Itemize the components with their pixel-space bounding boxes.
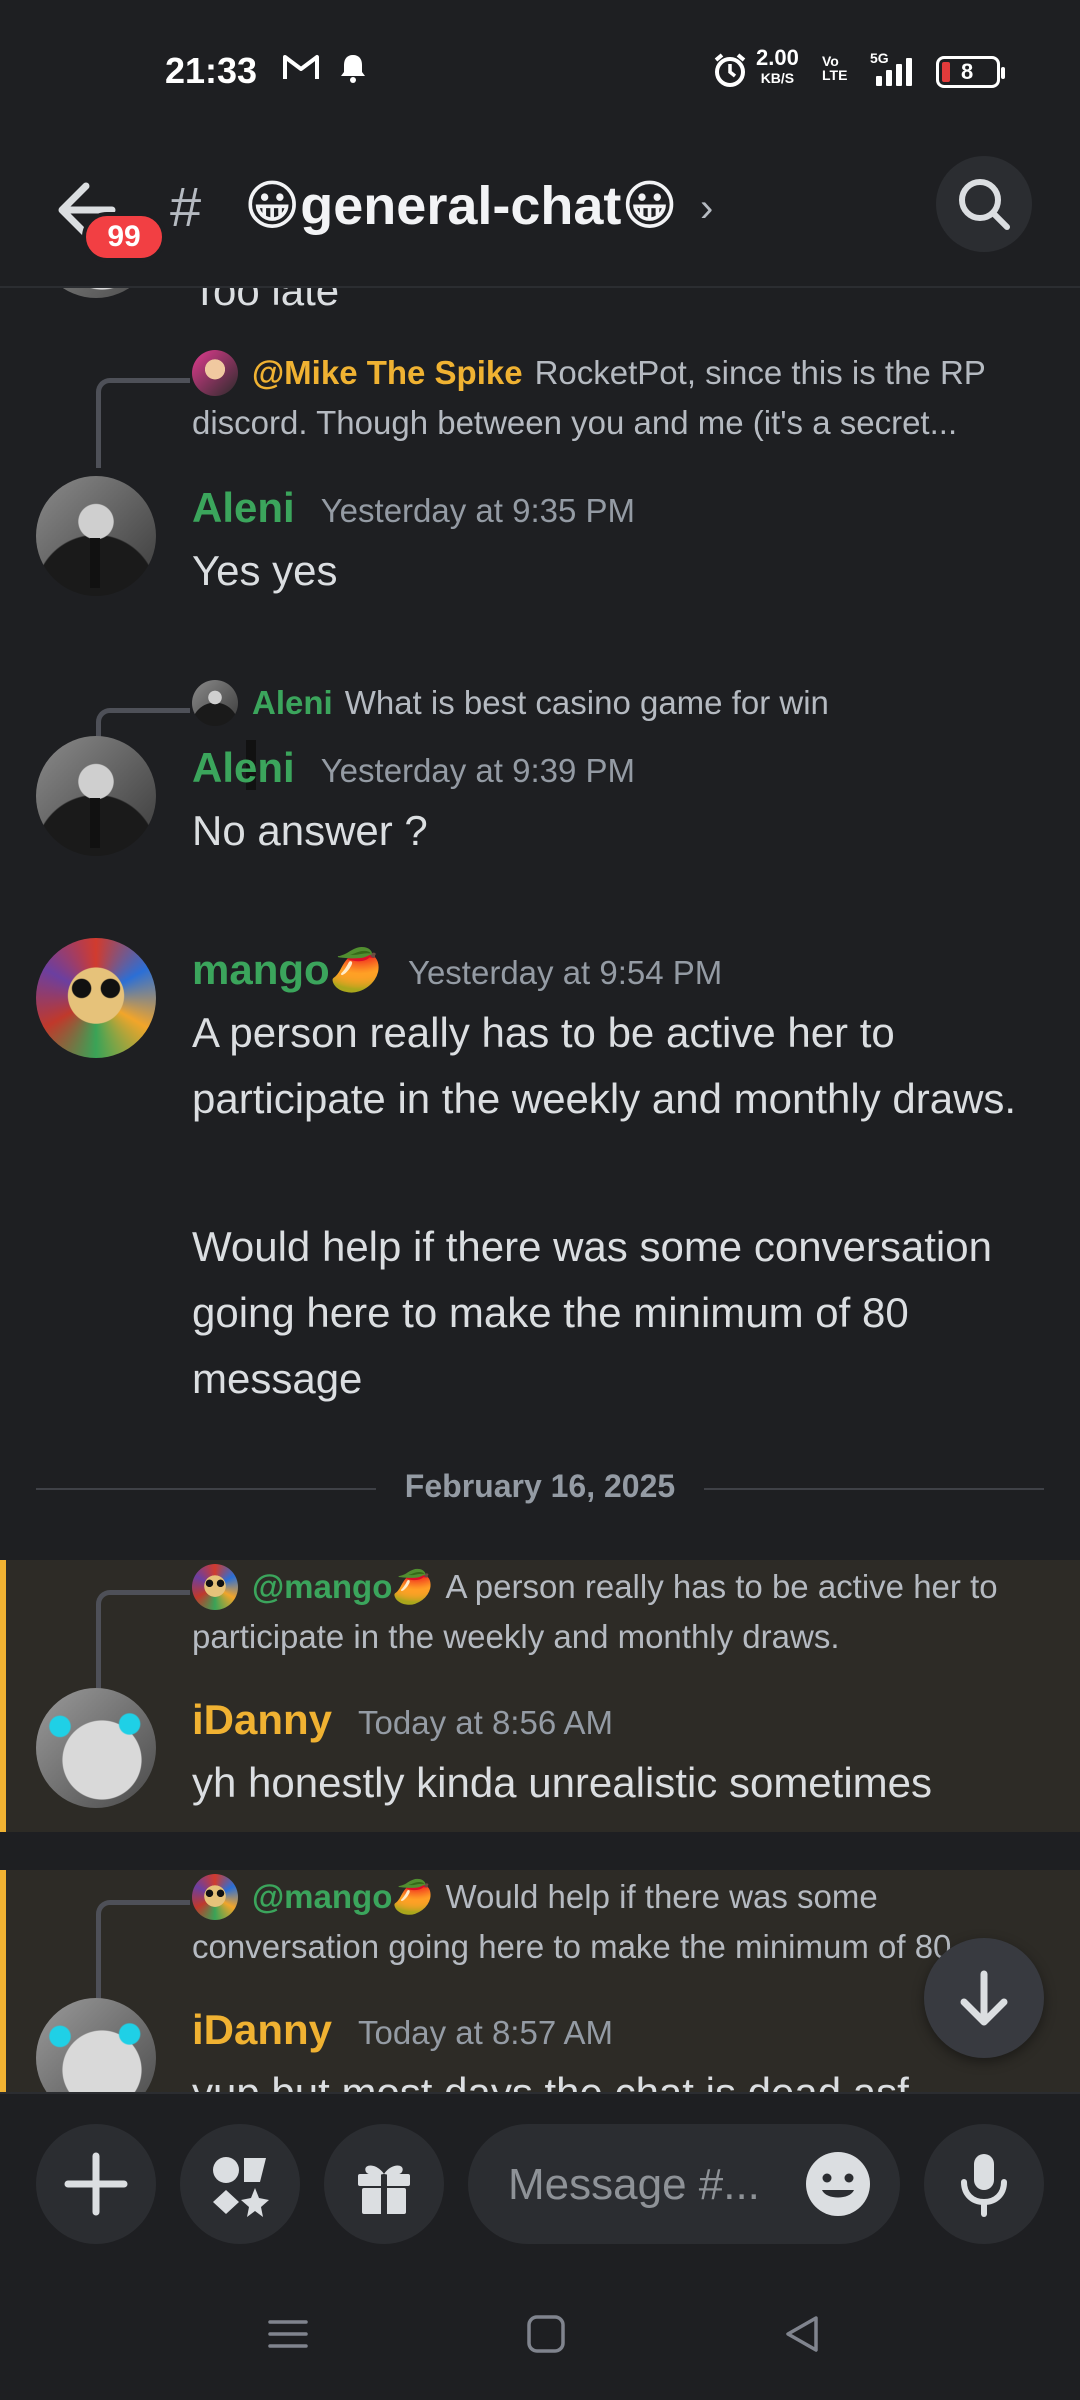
add-attachment-button[interactable] xyxy=(36,2124,156,2244)
reply-preview[interactable]: @mango🥭 Would help if there was some conv… xyxy=(192,1872,1050,1972)
message-text: Would help if there was some conversatio… xyxy=(192,1223,992,1402)
reply-connector xyxy=(96,378,190,468)
message-text: yup but most days the chat is dead asf xyxy=(192,2060,1050,2092)
message-input[interactable]: Message #... xyxy=(468,2124,900,2244)
message-author[interactable]: iDanny Today at 8:56 AM xyxy=(192,1696,613,1744)
reply-author[interactable]: Aleni xyxy=(252,684,333,721)
avatar[interactable] xyxy=(36,288,156,298)
reply-avatar xyxy=(192,1874,238,1920)
avatar[interactable] xyxy=(36,736,156,856)
arrow-down-icon xyxy=(960,1970,1008,2026)
notification-bell-icon xyxy=(338,52,368,92)
channel-header: 99 # 😀general-chat😀 › xyxy=(0,140,1080,288)
home-button[interactable] xyxy=(524,2312,568,2361)
avatar[interactable] xyxy=(36,476,156,596)
gift-icon xyxy=(358,2165,410,2214)
voice-message-button[interactable] xyxy=(924,2124,1044,2244)
reply-avatar xyxy=(192,680,238,726)
reply-preview[interactable]: @Mike The Spike RocketPot, since this is … xyxy=(192,348,1050,448)
message-timestamp: Yesterday at 9:39 PM xyxy=(320,752,635,789)
message-author[interactable]: iDanny Today at 8:57 AM xyxy=(192,2006,613,2054)
reply-avatar xyxy=(192,350,238,396)
gmail-icon xyxy=(282,52,320,90)
message: mango🥭 Yesterday at 9:54 PM A person real… xyxy=(0,938,1080,1418)
channel-hash-icon: # xyxy=(170,175,202,238)
apps-button[interactable] xyxy=(180,2124,300,2244)
unread-badge: 99 xyxy=(82,212,166,262)
message-timestamp: Today at 8:56 AM xyxy=(358,1704,614,1741)
message-mention-highlight: @mango🥭 Would help if there was some conv… xyxy=(0,1870,1080,2092)
battery-level: 8 xyxy=(961,59,974,84)
message-text: A person really has to be active her to … xyxy=(192,1009,1017,1122)
jump-to-present-button[interactable] xyxy=(924,1938,1044,2058)
message-text: yh honestly kinda unrealistic sometimes xyxy=(192,1759,933,1806)
message-timestamp: Today at 8:57 AM xyxy=(358,2014,614,2051)
message-timestamp: Yesterday at 9:35 PM xyxy=(320,492,635,529)
message-mention-highlight: @mango🥭 A person really has to be active … xyxy=(0,1560,1080,1832)
message-timestamp: Yesterday at 9:54 PM xyxy=(407,954,723,991)
reply-author[interactable]: @mango🥭 xyxy=(252,1878,433,1915)
recents-button[interactable] xyxy=(266,2312,310,2361)
avatar[interactable] xyxy=(36,1688,156,1808)
avatar[interactable] xyxy=(36,938,156,1058)
message: @Mike The Spike RocketPot, since this is … xyxy=(0,348,1080,618)
message-text: No answer ? xyxy=(192,807,428,854)
volte-indicator: Vo LTE xyxy=(822,53,848,83)
message-author[interactable]: Aleni Yesterday at 9:39 PM xyxy=(192,744,635,792)
reply-author[interactable]: @mango🥭 xyxy=(252,1568,433,1605)
status-bar: 21:33 2.00 KB/S Vo LTE 5G 8 xyxy=(0,0,1080,140)
message-text: Too late xyxy=(192,288,340,314)
chevron-right-icon[interactable]: › xyxy=(700,186,713,231)
message-partial: Too late xyxy=(0,288,1080,314)
triangle-back-icon xyxy=(786,2316,818,2352)
reply-text: What is best casino game for win xyxy=(344,684,829,721)
reply-avatar xyxy=(192,1564,238,1610)
message-list[interactable]: Too late @Mike The Spike RocketPot, since… xyxy=(0,288,1080,2092)
message-author[interactable]: Aleni Yesterday at 9:35 PM xyxy=(192,484,635,532)
microphone-icon xyxy=(961,2154,1007,2217)
message-author[interactable]: mango🥭 Yesterday at 9:54 PM xyxy=(192,946,722,995)
plus-icon xyxy=(64,2152,128,2216)
message: Aleni What is best casino game for win Al… xyxy=(0,678,1080,898)
channel-title[interactable]: 😀general-chat😀 xyxy=(244,174,678,237)
system-navigation-bar xyxy=(0,2272,1080,2400)
reply-connector xyxy=(96,1900,190,2000)
back-nav-button[interactable] xyxy=(780,2312,824,2361)
status-time: 21:33 xyxy=(165,50,258,91)
alarm-icon xyxy=(712,52,748,96)
search-button[interactable] xyxy=(936,156,1032,252)
avatar[interactable] xyxy=(36,1998,156,2092)
message-composer: Message #... xyxy=(0,2092,1080,2272)
reply-author[interactable]: @Mike The Spike xyxy=(252,354,523,391)
battery-icon: 8 xyxy=(936,56,1005,88)
search-icon xyxy=(959,179,1010,230)
emoji-icon xyxy=(806,2152,870,2216)
apps-icon xyxy=(213,2157,269,2217)
square-icon xyxy=(527,2315,565,2353)
reply-connector xyxy=(96,1590,190,1690)
menu-lines-icon xyxy=(268,2320,308,2348)
emoji-button[interactable] xyxy=(802,2148,874,2220)
date-divider: February 16, 2025 xyxy=(36,1464,1044,1514)
gift-button[interactable] xyxy=(324,2124,444,2244)
signal-icon xyxy=(876,56,912,86)
network-speed: 2.00 KB/S xyxy=(756,45,799,87)
reply-preview[interactable]: @mango🥭 A person really has to be active … xyxy=(192,1562,1050,1662)
message-text: Yes yes xyxy=(192,547,338,594)
reply-preview[interactable]: Aleni What is best casino game for win xyxy=(192,678,1050,728)
message-input-placeholder: Message #... xyxy=(508,2160,760,2209)
